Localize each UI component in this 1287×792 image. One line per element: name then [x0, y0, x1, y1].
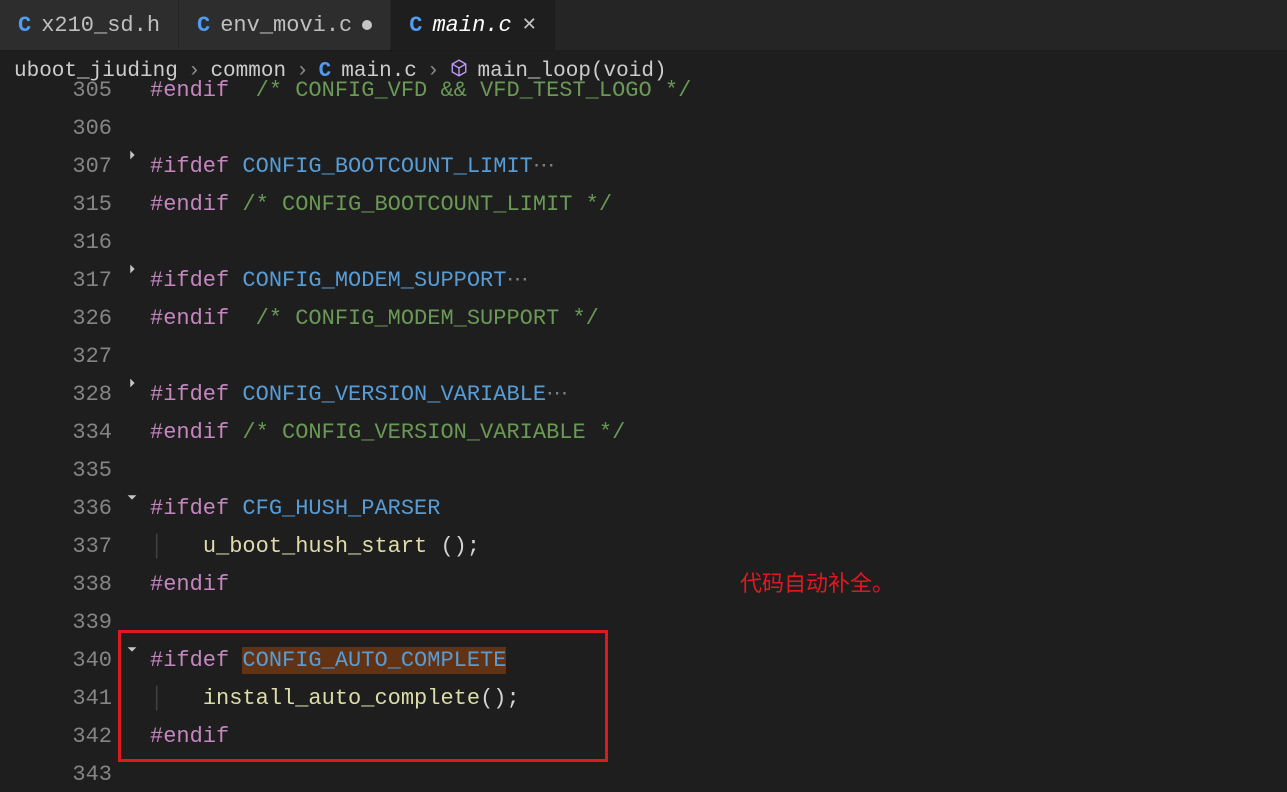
- tab-main[interactable]: C main.c ✕: [391, 0, 556, 50]
- line-number: 336: [0, 490, 118, 528]
- code-line[interactable]: 337│ u_boot_hush_start ();: [0, 528, 1287, 566]
- line-number: 328: [0, 376, 118, 414]
- line-number: 338: [0, 566, 118, 604]
- line-number: 335: [0, 452, 118, 490]
- line-number: 306: [0, 110, 118, 148]
- line-number: 337: [0, 528, 118, 566]
- highlight-box: [118, 630, 608, 762]
- tab-label: main.c: [432, 13, 511, 38]
- code-line[interactable]: 307#ifdef CONFIG_BOOTCOUNT_LIMIT⋯: [0, 148, 1287, 186]
- line-number: 340: [0, 642, 118, 680]
- line-number: 307: [0, 148, 118, 186]
- code-line[interactable]: 336#ifdef CFG_HUSH_PARSER: [0, 490, 1287, 528]
- code-line[interactable]: 338#endif: [0, 566, 1287, 604]
- code-editor[interactable]: 代码自动补全。 305#endif /* CONFIG_VFD && VFD_T…: [0, 72, 1287, 792]
- c-file-icon: C: [409, 13, 422, 38]
- tab-bar: C x210_sd.h C env_movi.c C main.c ✕: [0, 0, 1287, 51]
- tab-label: env_movi.c: [220, 13, 352, 38]
- code-line[interactable]: 306: [0, 110, 1287, 148]
- c-file-icon: C: [197, 13, 210, 38]
- dirty-indicator-icon: [362, 20, 372, 30]
- line-number: 326: [0, 300, 118, 338]
- tab-env-movi[interactable]: C env_movi.c: [179, 0, 391, 50]
- tab-x210-sd[interactable]: C x210_sd.h: [0, 0, 179, 50]
- fold-icon[interactable]: [118, 376, 146, 390]
- code-line[interactable]: 317#ifdef CONFIG_MODEM_SUPPORT⋯: [0, 262, 1287, 300]
- code-line[interactable]: 334#endif /* CONFIG_VERSION_VARIABLE */: [0, 414, 1287, 452]
- code-line[interactable]: 315#endif /* CONFIG_BOOTCOUNT_LIMIT */: [0, 186, 1287, 224]
- line-number: 317: [0, 262, 118, 300]
- line-number: 339: [0, 604, 118, 642]
- code-line[interactable]: 335: [0, 452, 1287, 490]
- fold-icon[interactable]: [118, 262, 146, 276]
- fold-icon[interactable]: [118, 148, 146, 162]
- line-number: 334: [0, 414, 118, 452]
- fold-icon[interactable]: [118, 490, 146, 504]
- code-line[interactable]: 327: [0, 338, 1287, 376]
- line-number: 341: [0, 680, 118, 718]
- line-number: 316: [0, 224, 118, 262]
- close-icon[interactable]: ✕: [522, 14, 537, 36]
- line-number: 327: [0, 338, 118, 376]
- line-number: 315: [0, 186, 118, 224]
- line-number: 343: [0, 756, 118, 792]
- code-line[interactable]: 328#ifdef CONFIG_VERSION_VARIABLE⋯: [0, 376, 1287, 414]
- code-line[interactable]: 316: [0, 224, 1287, 262]
- code-line[interactable]: 305#endif /* CONFIG_VFD && VFD_TEST_LOGO…: [0, 72, 1287, 110]
- line-number: 342: [0, 718, 118, 756]
- annotation-text: 代码自动补全。: [740, 566, 894, 598]
- tab-label: x210_sd.h: [41, 13, 160, 38]
- code-line[interactable]: 326#endif /* CONFIG_MODEM_SUPPORT */: [0, 300, 1287, 338]
- c-file-icon: C: [18, 13, 31, 38]
- line-number: 305: [0, 72, 118, 110]
